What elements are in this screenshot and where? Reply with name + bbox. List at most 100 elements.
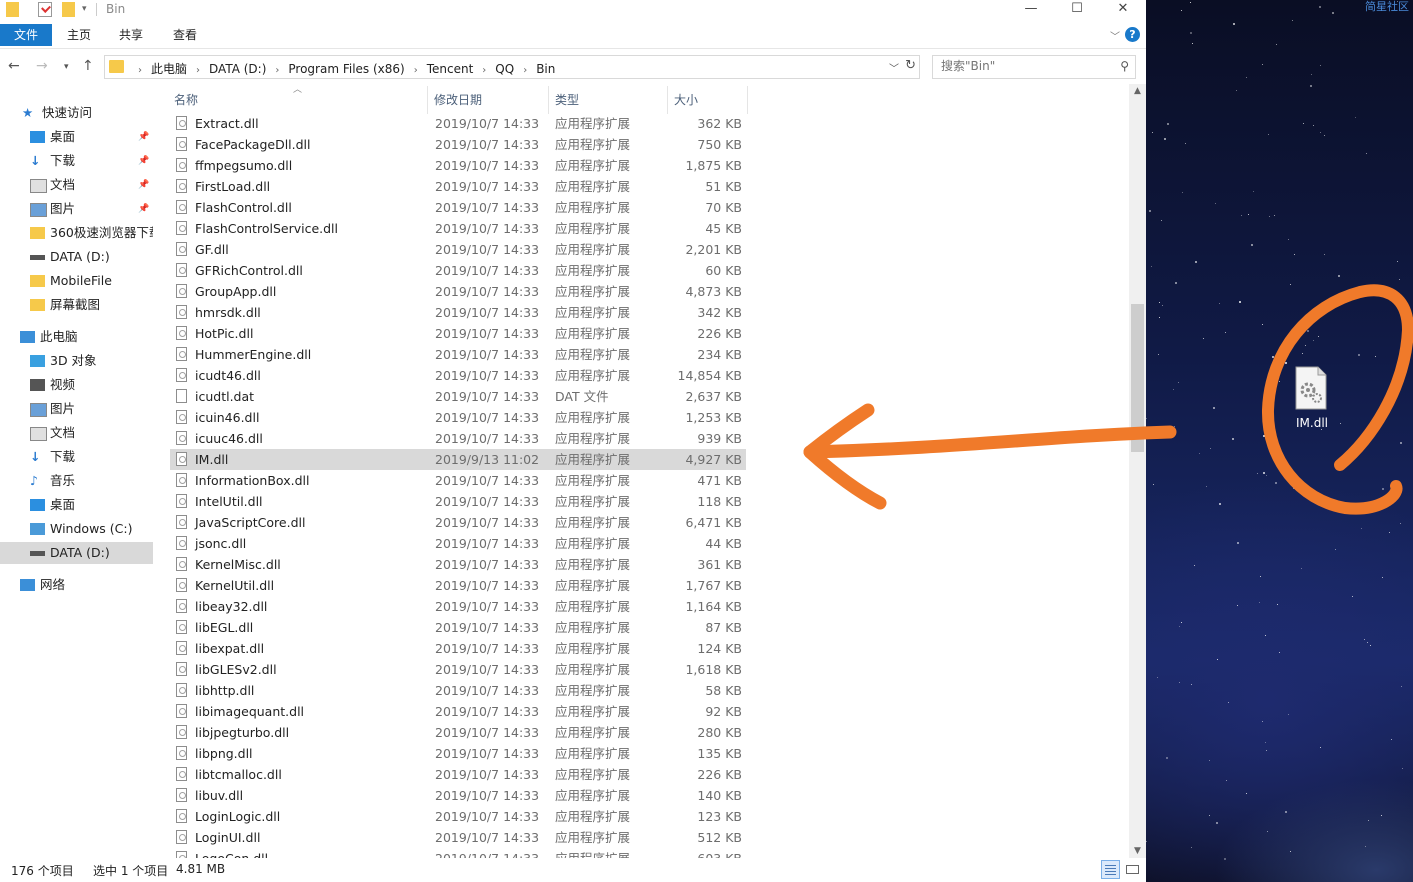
chevron-down-icon[interactable]: ﹀ [1110, 28, 1120, 43]
tab-view[interactable]: 查看 [164, 24, 206, 46]
table-row[interactable]: libhttp.dll 2019/10/7 14:33 应用程序扩展 58 KB [170, 680, 746, 701]
vertical-scrollbar[interactable]: ▲ ▼ [1129, 84, 1146, 858]
table-row[interactable]: GFRichControl.dll 2019/10/7 14:33 应用程序扩展 60… [170, 260, 746, 281]
table-row[interactable]: hmrsdk.dll 2019/10/7 14:33 应用程序扩展 342 KB [170, 302, 746, 323]
properties-icon[interactable] [38, 2, 52, 17]
minimize-button[interactable]: — [1008, 0, 1054, 20]
crumb-bin[interactable]: Bin [536, 62, 555, 76]
help-icon[interactable]: ? [1125, 27, 1140, 42]
tab-home[interactable]: 主页 [58, 24, 100, 46]
table-row[interactable]: libtcmalloc.dll 2019/10/7 14:33 应用程序扩展 226 … [170, 764, 746, 785]
column-type[interactable]: 类型 [555, 91, 579, 108]
table-row[interactable]: ffmpegsumo.dll 2019/10/7 14:33 应用程序扩展 1,875… [170, 155, 746, 176]
table-row[interactable]: icuin46.dll 2019/10/7 14:33 应用程序扩展 1,253 KB [170, 407, 746, 428]
crumb-program-files[interactable]: Program Files (x86) [288, 62, 404, 76]
pin-icon[interactable]: 📌 [138, 126, 149, 148]
column-divider[interactable] [747, 86, 748, 114]
crumb-tencent[interactable]: Tencent [427, 62, 474, 76]
search-box[interactable]: ⚲ [932, 55, 1136, 79]
table-row[interactable]: libGLESv2.dll 2019/10/7 14:33 应用程序扩展 1,618 … [170, 659, 746, 680]
column-size[interactable]: 大小 [674, 91, 698, 108]
column-divider[interactable] [427, 86, 428, 114]
table-row[interactable]: icudtl.dat 2019/10/7 14:33 DAT 文件 2,637 KB [170, 386, 746, 407]
back-arrow-icon[interactable]: ← [8, 58, 20, 74]
sidebar-item[interactable]: 视频 [0, 374, 153, 396]
pin-icon[interactable]: 📌 [138, 174, 149, 196]
column-name[interactable]: 名称 [174, 91, 198, 108]
table-row[interactable]: libeay32.dll 2019/10/7 14:33 应用程序扩展 1,164 K… [170, 596, 746, 617]
recent-locations-icon[interactable]: ▾ [64, 62, 69, 72]
address-bar[interactable]: › 此电脑 › DATA (D:) › Program Files (x86) › Tence… [104, 55, 920, 79]
table-row[interactable]: Extract.dll 2019/10/7 14:33 应用程序扩展 362 KB [170, 113, 746, 134]
forward-arrow-icon[interactable]: → [36, 58, 48, 74]
scroll-up-icon[interactable]: ▲ [1129, 86, 1146, 96]
column-date[interactable]: 修改日期 [434, 91, 482, 108]
table-row[interactable]: InformationBox.dll 2019/10/7 14:33 应用程序扩展 4… [170, 470, 746, 491]
tab-file[interactable]: 文件 [0, 24, 52, 46]
sidebar-item[interactable]: Windows (C:) [0, 518, 153, 540]
table-row[interactable]: GroupApp.dll 2019/10/7 14:33 应用程序扩展 4,873 K… [170, 281, 746, 302]
table-row[interactable]: libimagequant.dll 2019/10/7 14:33 应用程序扩展 92… [170, 701, 746, 722]
chevron-down-icon[interactable]: ﹀ [889, 60, 899, 75]
sidebar-item[interactable]: 图片 📌 [0, 198, 153, 220]
table-row[interactable]: FacePackageDll.dll 2019/10/7 14:33 应用程序扩展 7… [170, 134, 746, 155]
new-folder-icon[interactable] [62, 2, 75, 17]
sidebar-item[interactable]: 桌面 📌 [0, 126, 153, 148]
maximize-button[interactable]: ☐ [1054, 0, 1100, 20]
sidebar-item[interactable]: 图片 [0, 398, 153, 420]
sidebar-item[interactable]: 网络 [0, 574, 153, 596]
table-row[interactable]: KernelUtil.dll 2019/10/7 14:33 应用程序扩展 1,767… [170, 575, 746, 596]
table-row[interactable]: KernelMisc.dll 2019/10/7 14:33 应用程序扩展 361 K… [170, 554, 746, 575]
sidebar-item[interactable]: 屏幕截图 [0, 294, 153, 316]
table-row[interactable]: FlashControl.dll 2019/10/7 14:33 应用程序扩展 70 … [170, 197, 746, 218]
sidebar-item[interactable]: 此电脑 [0, 326, 153, 348]
table-row[interactable]: FirstLoad.dll 2019/10/7 14:33 应用程序扩展 51 KB [170, 176, 746, 197]
sidebar-item[interactable]: 文档 [0, 422, 153, 444]
sidebar-item[interactable]: ↓ 下载 📌 [0, 150, 153, 172]
table-row[interactable]: IM.dll 2019/9/13 11:02 应用程序扩展 4,927 KB [170, 449, 746, 470]
table-row[interactable]: libuv.dll 2019/10/7 14:33 应用程序扩展 140 KB [170, 785, 746, 806]
table-row[interactable]: libEGL.dll 2019/10/7 14:33 应用程序扩展 87 KB [170, 617, 746, 638]
table-row[interactable]: libpng.dll 2019/10/7 14:33 应用程序扩展 135 KB [170, 743, 746, 764]
scroll-down-icon[interactable]: ▼ [1129, 846, 1146, 856]
table-row[interactable]: JavaScriptCore.dll 2019/10/7 14:33 应用程序扩展 6… [170, 512, 746, 533]
dll-file-icon[interactable] [1294, 366, 1328, 410]
up-arrow-icon[interactable]: ↑ [82, 58, 94, 74]
table-row[interactable]: HotPic.dll 2019/10/7 14:33 应用程序扩展 226 KB [170, 323, 746, 344]
sidebar-item[interactable]: ★ 快速访问 [0, 102, 153, 124]
table-row[interactable]: jsonc.dll 2019/10/7 14:33 应用程序扩展 44 KB [170, 533, 746, 554]
crumb-qq[interactable]: QQ [495, 62, 514, 76]
column-divider[interactable] [667, 86, 668, 114]
crumb-this-pc[interactable]: 此电脑 [151, 62, 187, 76]
large-icons-view-icon[interactable] [1123, 860, 1142, 879]
refresh-icon[interactable]: ↻ [905, 58, 916, 73]
tab-share[interactable]: 共享 [110, 24, 152, 46]
column-divider[interactable] [548, 86, 549, 114]
sidebar-item[interactable]: DATA (D:) [0, 542, 153, 564]
table-row[interactable]: HummerEngine.dll 2019/10/7 14:33 应用程序扩展 234… [170, 344, 746, 365]
desktop-icon-label[interactable]: IM.dll [1282, 416, 1342, 430]
table-row[interactable]: FlashControlService.dll 2019/10/7 14:33 应用… [170, 218, 746, 239]
search-icon[interactable]: ⚲ [1120, 59, 1129, 73]
table-row[interactable]: LoginUI.dll 2019/10/7 14:33 应用程序扩展 512 KB [170, 827, 746, 848]
sidebar-item[interactable]: DATA (D:) [0, 246, 153, 268]
details-view-icon[interactable] [1101, 860, 1120, 879]
sidebar-item[interactable]: 文档 📌 [0, 174, 153, 196]
sidebar-item[interactable]: 3D 对象 [0, 350, 153, 372]
table-row[interactable]: icudt46.dll 2019/10/7 14:33 应用程序扩展 14,854 K… [170, 365, 746, 386]
crumb-data-drive[interactable]: DATA (D:) [209, 62, 266, 76]
sidebar-item[interactable]: ↓ 下载 [0, 446, 153, 468]
scrollbar-thumb[interactable] [1131, 304, 1144, 452]
pin-icon[interactable]: 📌 [138, 150, 149, 172]
search-input[interactable] [941, 59, 1111, 73]
table-row[interactable]: libexpat.dll 2019/10/7 14:33 应用程序扩展 124 KB [170, 638, 746, 659]
close-button[interactable]: ✕ [1100, 0, 1146, 20]
sidebar-item[interactable]: MobileFile [0, 270, 153, 292]
pin-icon[interactable]: 📌 [138, 198, 149, 220]
table-row[interactable]: LoginLogic.dll 2019/10/7 14:33 应用程序扩展 123 K… [170, 806, 746, 827]
table-row[interactable]: LogoCon.dll 2019/10/7 14:33 应用程序扩展 603 KB [170, 848, 746, 858]
table-row[interactable]: icuuc46.dll 2019/10/7 14:33 应用程序扩展 939 KB [170, 428, 746, 449]
table-row[interactable]: libjpegturbo.dll 2019/10/7 14:33 应用程序扩展 280… [170, 722, 746, 743]
sidebar-item[interactable]: 360极速浏览器下载 [0, 222, 153, 244]
customize-toolbar-icon[interactable]: ▾ [82, 2, 90, 17]
